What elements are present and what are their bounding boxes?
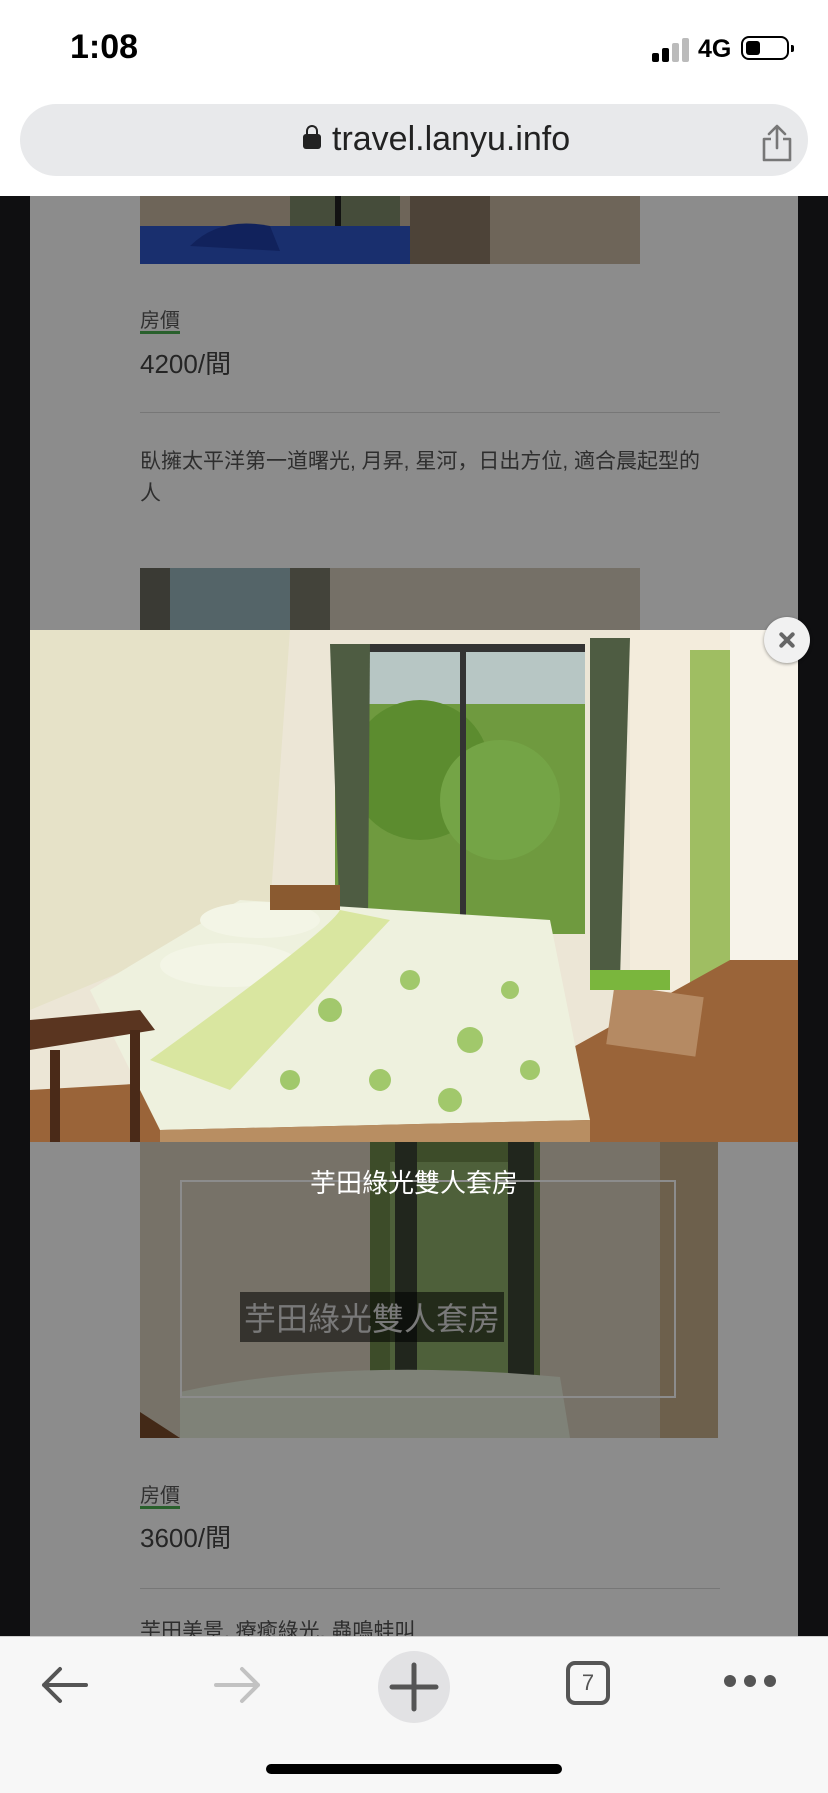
url-text[interactable]: travel.lanyu.info (332, 120, 570, 159)
signal-icon (652, 38, 692, 62)
forward-arrow-icon[interactable] (212, 1663, 264, 1707)
status-bar: 1:08 4G (0, 0, 828, 96)
share-icon[interactable] (760, 124, 794, 162)
lightbox-image[interactable] (30, 630, 798, 1142)
close-icon[interactable] (764, 617, 810, 663)
home-indicator (266, 1764, 562, 1774)
address-bar[interactable]: travel.lanyu.info (20, 104, 808, 176)
network-type: 4G (698, 35, 732, 63)
status-time: 1:08 (70, 28, 139, 66)
tabs-icon[interactable]: 7 (566, 1661, 610, 1705)
back-arrow-icon[interactable] (38, 1663, 90, 1707)
lock-icon (303, 125, 321, 149)
lightbox-caption: 芋田綠光雙人套房 (309, 1168, 518, 1198)
more-dots-icon[interactable] (722, 1673, 778, 1689)
battery-icon (741, 36, 794, 60)
plus-icon (389, 1662, 439, 1712)
browser-address-area: travel.lanyu.info (0, 96, 828, 196)
new-tab-button[interactable] (378, 1651, 450, 1723)
